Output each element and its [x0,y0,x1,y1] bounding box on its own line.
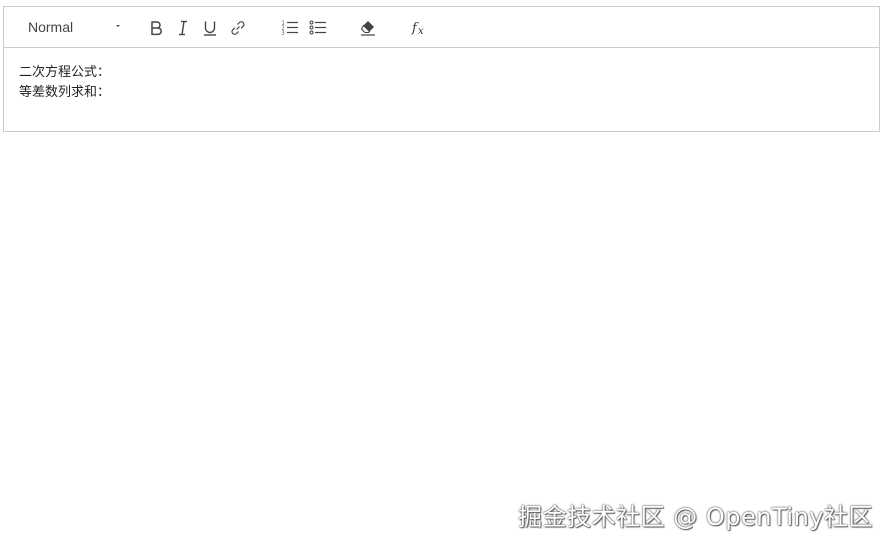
ordered-list-button[interactable]: 1 2 3 [278,16,302,40]
editor-line: 等差数列求和： [19,85,111,100]
editor-content[interactable]: 二次方程公式： 等差数列求和： [4,48,879,103]
formula-icon: f x [411,21,424,37]
link-button[interactable] [226,16,250,40]
eraser-icon [360,21,375,36]
header-format-select[interactable]: Normal [20,15,126,39]
svg-text:x: x [418,26,424,37]
header-format-value: Normal [28,19,74,35]
rich-text-editor: Normal 1 2 3 f x 二次方程公式： 等差数列求和： [3,6,880,132]
link-icon [231,21,245,35]
bold-icon [151,21,162,36]
clean-format-button[interactable] [356,16,380,40]
watermark: 掘金技术社区 @ OpenTiny社区 [518,503,873,531]
bullet-list-icon [309,20,326,35]
formula-button[interactable]: f x [408,16,432,40]
underline-button[interactable] [198,16,222,40]
italic-icon [179,20,187,36]
svg-text:3: 3 [282,31,285,37]
underline-icon [204,21,216,36]
bullet-list-button[interactable] [306,16,330,40]
caret-down-icon [116,25,120,27]
ordered-list-icon: 1 2 3 [282,21,298,37]
editor-toolbar: Normal 1 2 3 f x [4,7,879,48]
editor-line: 二次方程公式： [19,65,111,80]
italic-button[interactable] [171,16,195,40]
bold-button[interactable] [144,16,168,40]
